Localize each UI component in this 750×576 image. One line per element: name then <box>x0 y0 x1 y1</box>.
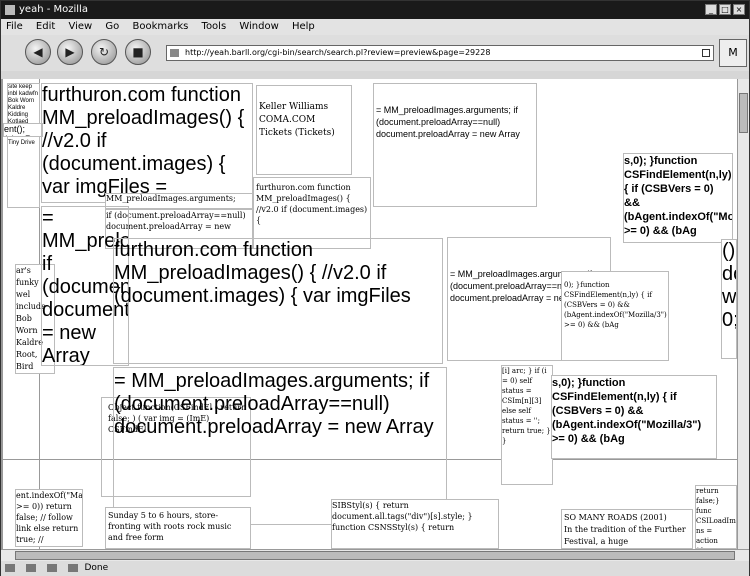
forward-button[interactable]: ▶ <box>57 39 83 65</box>
menu-file[interactable]: File <box>6 21 23 32</box>
mail-icon[interactable] <box>5 563 15 572</box>
mozilla-throbber-icon[interactable]: M <box>719 39 747 67</box>
composer-icon[interactable] <box>25 563 36 572</box>
menu-go[interactable]: Go <box>105 21 119 32</box>
back-button[interactable]: ◀ <box>25 39 51 65</box>
horizontal-scroll-thumb[interactable] <box>15 551 735 560</box>
bottom-mid-frame-1: Sunday 5 to 6 hours, store-fronting with… <box>105 507 251 549</box>
page-icon <box>170 49 179 57</box>
cs-find-frame: s,0); }function CSFindElement(n,ly) { if… <box>623 153 733 243</box>
menu-view[interactable]: View <box>68 21 92 32</box>
navigation-toolbar: ◀ ▶ ↻ ■ http://yeah.barll.org/cgi-bin/se… <box>1 35 749 72</box>
horizontal-scrollbar[interactable] <box>1 549 749 561</box>
status-text: Done <box>84 563 109 573</box>
menu-bookmarks[interactable]: Bookmarks <box>132 21 188 32</box>
so-many-roads-frame[interactable]: SO MANY ROADS (2001) In the tradition of… <box>561 509 693 549</box>
address-book-icon[interactable] <box>67 563 78 572</box>
url-text: http://yeah.barll.org/cgi-bin/search/sea… <box>185 48 491 57</box>
vertical-scrollbar[interactable] <box>737 79 749 549</box>
cs-find-frame-2: s,0); }function CSFindElement(n,ly) { if… <box>551 375 717 459</box>
close-button[interactable]: × <box>733 4 745 15</box>
bottom-left-frame: ent.indexOf("Mac") >= 0)) return false; … <box>15 489 83 547</box>
partial-right-frame: () do w 0; <box>721 239 737 359</box>
maximize-button[interactable]: □ <box>719 4 731 15</box>
menu-window[interactable]: Window <box>239 21 278 32</box>
browser-window: yeah - Mozilla _ □ × File Edit View Go B… <box>0 0 750 576</box>
mid-serif-frame-2: [i] arc; } if (i = 0) self status = CSIm… <box>501 365 553 485</box>
left-code-frame: ent(); (p) Rm n 2 <box>3 123 43 137</box>
window-title: yeah - Mozilla <box>19 4 88 15</box>
chat-icon[interactable] <box>46 563 57 572</box>
mid-serif-frame-1: 0); }function CSFindElement(n,ly) { if (… <box>561 271 669 361</box>
menu-edit[interactable]: Edit <box>36 21 55 32</box>
vertical-scroll-thumb[interactable] <box>739 93 748 133</box>
reload-button[interactable]: ↻ <box>91 39 117 65</box>
big-code-frame-2: furthuron.com function MM_preloadImages(… <box>113 238 443 364</box>
bottom-mid-frame-2: SIBStyl(s) { return document.all.tags("d… <box>331 499 499 549</box>
nav-word-frame[interactable]: site keep inbl kadwfn Bok Worn Kaldre Ki… <box>7 83 40 208</box>
big-code-frame-1: furthuron.com function MM_preloadImages(… <box>41 83 253 203</box>
menu-tools[interactable]: Tools <box>202 21 227 32</box>
mozilla-app-icon <box>5 5 15 15</box>
tab-strip <box>1 71 749 79</box>
url-bar[interactable]: http://yeah.barll.org/cgi-bin/search/sea… <box>166 45 714 61</box>
minimize-button[interactable]: _ <box>705 4 717 15</box>
top-right-code-frame: = MM_preloadImages.arguments; if (docume… <box>373 83 537 207</box>
page-content: site keep inbl kadwfn Bok Worn Kaldre Ki… <box>1 79 737 549</box>
stop-button[interactable]: ■ <box>125 39 151 65</box>
keller-frame: Keller Williams COMA.COM Tickets (Ticket… <box>256 85 352 175</box>
url-dropdown-icon[interactable] <box>702 49 710 57</box>
menu-bar: File Edit View Go Bookmarks Tools Window… <box>1 19 749 35</box>
title-bar: yeah - Mozilla _ □ × <box>1 1 749 19</box>
bottom-right-frame: return false;} func CSILoadIm ns = actio… <box>695 485 737 549</box>
status-bar: Done <box>1 561 749 576</box>
menu-help[interactable]: Help <box>292 21 315 32</box>
